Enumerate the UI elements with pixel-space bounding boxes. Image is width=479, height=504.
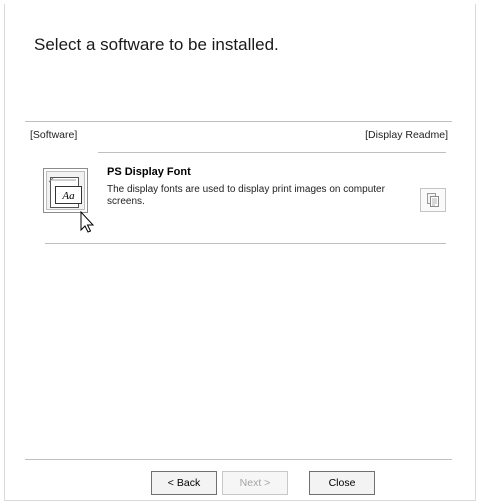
software-column-header: [Software] (30, 129, 78, 141)
display-readme-button[interactable] (420, 188, 446, 212)
page-title: Select a software to be installed. (34, 35, 279, 54)
divider (45, 243, 446, 244)
divider (98, 152, 446, 153)
back-button[interactable]: < Back (151, 471, 217, 495)
footer-divider (25, 459, 452, 460)
document-copy-icon (427, 193, 439, 207)
svg-text:Aa: Aa (61, 190, 75, 202)
installer-dialog (4, 4, 476, 501)
software-title: PS Display Font (107, 166, 191, 178)
software-description: The display fonts are used to display pr… (107, 184, 385, 207)
divider (25, 121, 452, 122)
font-install-icon[interactable]: Aa (43, 168, 99, 234)
close-button[interactable]: Close (309, 471, 375, 495)
next-button[interactable]: Next > (222, 471, 288, 495)
readme-column-header: [Display Readme] (365, 129, 448, 141)
